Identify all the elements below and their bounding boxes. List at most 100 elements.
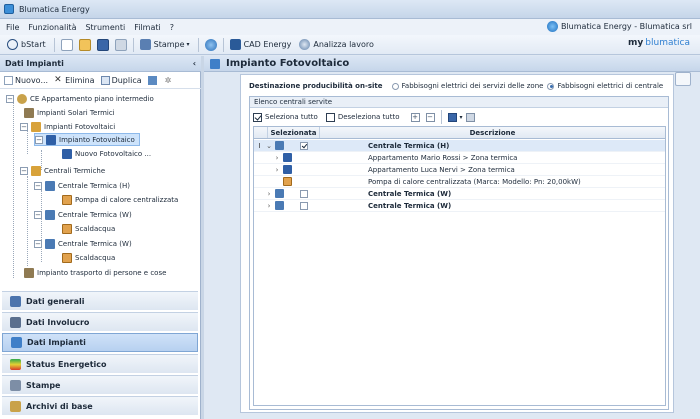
tree-node-trasporto[interactable]: Impianto trasporto di persone e cose bbox=[24, 266, 166, 279]
report-icon bbox=[139, 39, 151, 50]
nav-label: Dati Involucro bbox=[26, 317, 90, 327]
select-all-button[interactable]: Seleziona tutto bbox=[253, 112, 318, 122]
deselect-all-label: Deseleziona tutto bbox=[337, 113, 400, 121]
columns-icon[interactable] bbox=[447, 112, 457, 122]
cad-energy-label: CAD Energy bbox=[243, 40, 292, 49]
tree-node-impianto-fotovoltaico[interactable]: − Impianto Fotovoltaico bbox=[34, 133, 140, 146]
nuovo-button[interactable]: Nuovo... bbox=[4, 76, 48, 85]
tree-node-solari[interactable]: Impianti Solari Termici bbox=[24, 106, 115, 119]
print-icon[interactable] bbox=[114, 38, 127, 51]
tree-node-label: Nuovo Fotovoltaico ... bbox=[75, 149, 152, 158]
new-file-icon[interactable] bbox=[60, 38, 73, 51]
nav-dati-impianti[interactable]: Dati Impianti bbox=[2, 333, 198, 352]
print-grid-icon[interactable] bbox=[465, 112, 475, 122]
row-expander-icon[interactable]: ⌄ bbox=[265, 142, 273, 150]
bstart-button[interactable]: bStart bbox=[4, 37, 49, 53]
collapse-panel-icon[interactable]: ‹ bbox=[193, 59, 196, 68]
centrali-grid: Selezionata Descrizione I ⌄ Centrale Ter… bbox=[253, 126, 666, 406]
tree-node-pompa-calore[interactable]: Pompa di calore centralizzata bbox=[62, 193, 178, 206]
row-expander-icon[interactable]: › bbox=[273, 166, 281, 174]
destinazione-label: Destinazione producibilità on-site bbox=[249, 82, 383, 90]
pv-header-icon bbox=[210, 58, 220, 69]
tree-collapse-icon[interactable]: − bbox=[6, 94, 14, 103]
row-checkbox[interactable] bbox=[300, 201, 308, 210]
table-row[interactable]: Pompa di calore centralizzata (Marca: Mo… bbox=[254, 176, 665, 188]
dropdown-arrow-icon[interactable]: ▾ bbox=[460, 114, 463, 121]
boiler-icon bbox=[275, 201, 284, 210]
expand-all-icon[interactable]: + bbox=[410, 112, 420, 122]
table-row[interactable]: I ⌄ Centrale Termica (H) bbox=[254, 140, 665, 152]
thermal-folder-icon bbox=[31, 165, 41, 176]
tree-collapse-icon[interactable]: − bbox=[34, 181, 42, 190]
menu-filmati[interactable]: Filmati bbox=[134, 23, 161, 32]
energy-status-icon bbox=[10, 358, 21, 370]
tree-node-centrale-h[interactable]: − Centrale Termica (H) bbox=[34, 179, 130, 192]
open-folder-icon[interactable] bbox=[78, 38, 91, 51]
toolbar-separator bbox=[132, 37, 134, 52]
nav-dati-involucro[interactable]: Dati Involucro bbox=[2, 312, 198, 331]
tree-collapse-icon[interactable]: − bbox=[20, 166, 28, 175]
blumatica-logo: my blumatica bbox=[628, 38, 690, 48]
duplica-button[interactable]: Duplica bbox=[100, 76, 142, 85]
row-checkbox[interactable] bbox=[300, 141, 308, 150]
tree-node-nuovo-fotovoltaico[interactable]: Nuovo Fotovoltaico ... bbox=[62, 147, 151, 160]
radio-fabbisogni-centrale[interactable] bbox=[547, 82, 555, 90]
tree-node-scaldacqua-1[interactable]: Scaldacqua bbox=[62, 222, 115, 235]
save-icon[interactable] bbox=[96, 38, 109, 51]
nav-status-energetico[interactable]: Status Energetico bbox=[2, 354, 198, 373]
menu-funzionalita[interactable]: Funzionalità bbox=[28, 23, 76, 32]
cad-energy-button[interactable]: CAD Energy bbox=[227, 37, 295, 53]
deselect-all-button[interactable]: Deseleziona tutto bbox=[325, 112, 400, 122]
table-row[interactable]: › Centrale Termica (W) bbox=[254, 200, 665, 212]
table-row[interactable]: › Centrale Termica (W) bbox=[254, 188, 665, 200]
tree-node-label: Centrale Termica (W) bbox=[58, 210, 132, 219]
table-row[interactable]: › Appartamento Mario Rossi > Zona termic… bbox=[254, 152, 665, 164]
tree-node-centrale-w2[interactable]: − Centrale Termica (W) bbox=[34, 237, 132, 250]
tree-node-centrale-w1[interactable]: − Centrale Termica (W) bbox=[34, 208, 132, 221]
side-panel-toggle-icon[interactable] bbox=[675, 72, 691, 86]
tree-node-label: Centrale Termica (W) bbox=[58, 239, 132, 248]
menu-help[interactable]: ? bbox=[170, 23, 174, 32]
tree-collapse-icon[interactable]: − bbox=[34, 210, 42, 219]
table-row[interactable]: › Appartamento Luca Nervi > Zona termica bbox=[254, 164, 665, 176]
tree-node-scaldacqua-2[interactable]: Scaldacqua bbox=[62, 251, 115, 264]
nav-label: Dati Impianti bbox=[27, 338, 86, 347]
stampe-button[interactable]: Stampe ▾ bbox=[137, 37, 193, 53]
nav-dati-generali[interactable]: Dati generali bbox=[2, 291, 198, 310]
tree-line bbox=[13, 98, 14, 278]
radio-fabbisogni-zone[interactable] bbox=[391, 82, 399, 90]
collapse-all-icon[interactable]: − bbox=[425, 112, 435, 122]
elimina-button[interactable]: ✕ Elimina bbox=[54, 76, 95, 86]
toolbar: bStart Stampe ▾ CAD Energy Analizza lavo… bbox=[0, 35, 700, 55]
tree-node-root[interactable]: − CE Appartamento piano intermedio bbox=[6, 92, 154, 105]
tree-collapse-icon[interactable]: − bbox=[35, 135, 43, 144]
column-descrizione[interactable]: Descrizione bbox=[320, 127, 665, 138]
options-button[interactable]: ✲ bbox=[165, 76, 172, 85]
boiler-icon bbox=[275, 141, 284, 150]
boiler-icon bbox=[45, 209, 55, 220]
zone-icon bbox=[283, 165, 292, 174]
boiler-icon bbox=[275, 189, 284, 198]
analizza-lavoro-button[interactable]: Analizza lavoro bbox=[296, 37, 377, 53]
nav-stampe[interactable]: Stampe bbox=[2, 375, 198, 394]
boiler-icon bbox=[45, 180, 55, 191]
tree-node-label: Impianto Fotovoltaico bbox=[59, 135, 135, 144]
settings-gear-icon[interactable] bbox=[204, 38, 217, 51]
menu-file[interactable]: File bbox=[6, 23, 19, 32]
tree-node-fotovoltaici[interactable]: − Impianti Fotovoltaici bbox=[20, 120, 115, 133]
heat-pump-icon bbox=[283, 177, 292, 186]
tree-collapse-icon[interactable]: − bbox=[34, 239, 42, 248]
tree-line bbox=[27, 176, 28, 266]
page-title: Impianto Fotovoltaico bbox=[226, 58, 350, 69]
row-checkbox[interactable] bbox=[300, 189, 308, 198]
bstart-label: bStart bbox=[21, 40, 46, 49]
column-selezionata[interactable]: Selezionata bbox=[268, 127, 320, 138]
row-expander-icon[interactable]: › bbox=[265, 190, 273, 198]
filter-button[interactable] bbox=[147, 76, 159, 85]
menu-strumenti[interactable]: Strumenti bbox=[85, 23, 125, 32]
tree-node-centrali-termiche[interactable]: − Centrali Termiche bbox=[20, 164, 105, 177]
row-expander-icon[interactable]: › bbox=[273, 154, 281, 162]
nav-archivi-di-base[interactable]: Archivi di base bbox=[2, 396, 198, 415]
row-expander-icon[interactable]: › bbox=[265, 202, 273, 210]
tree-collapse-icon[interactable]: − bbox=[20, 122, 28, 131]
